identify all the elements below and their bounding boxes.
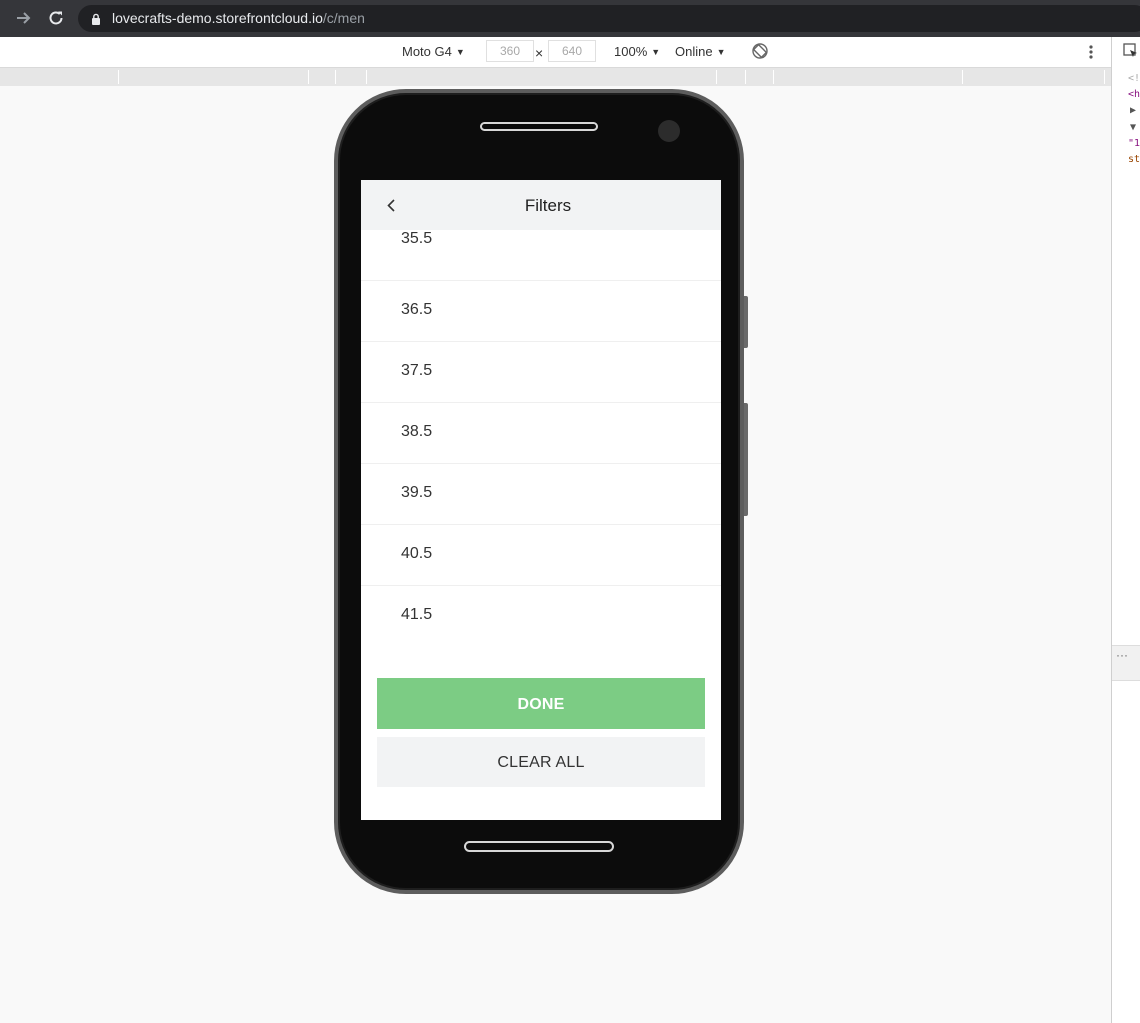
size-option[interactable]: 37.5 bbox=[361, 342, 721, 403]
url-text: lovecrafts-demo.storefrontcloud.io/c/men bbox=[112, 10, 365, 26]
size-label: 41.5 bbox=[401, 606, 433, 623]
width-input[interactable]: 360 bbox=[486, 40, 534, 62]
phone-screen: Filters 35.5 36.5 37.5 38.5 39.5 40.5 41… bbox=[361, 180, 721, 820]
inspect-element-icon[interactable] bbox=[1124, 7, 1138, 21]
devtools-expand-icon[interactable]: ▶ bbox=[1130, 105, 1136, 117]
size-label: 38.5 bbox=[401, 423, 433, 440]
address-bar[interactable]: lovecrafts-demo.storefrontcloud.io/c/men bbox=[78, 5, 1140, 32]
page-title: Filters bbox=[524, 196, 572, 215]
devtools-panel: <! <h ▶ ▼ "1 st ··· bbox=[1111, 37, 1140, 1023]
devtools-more-dots[interactable]: ··· bbox=[1112, 645, 1140, 681]
phone-speaker bbox=[480, 122, 598, 131]
device-select[interactable]: Moto G4 ▼ bbox=[402, 44, 465, 60]
lock-icon bbox=[90, 12, 102, 25]
size-label: 36.5 bbox=[401, 301, 433, 318]
devtools-line[interactable]: "1 bbox=[1128, 138, 1140, 150]
dimension-separator: × bbox=[535, 45, 544, 61]
size-label: 35.5 bbox=[401, 230, 433, 247]
kebab-menu-icon[interactable] bbox=[1086, 44, 1096, 60]
size-option[interactable]: 36.5 bbox=[361, 281, 721, 342]
height-input[interactable]: 640 bbox=[548, 40, 596, 62]
devtools-collapse-icon[interactable]: ▼ bbox=[1130, 122, 1136, 134]
clear-all-button[interactable]: CLEAR ALL bbox=[377, 737, 705, 787]
phone-camera bbox=[658, 120, 680, 142]
size-option[interactable]: 38.5 bbox=[361, 403, 721, 464]
size-label: 40.5 bbox=[401, 545, 433, 562]
done-button[interactable]: DONE bbox=[377, 678, 705, 729]
device-toolbar: Moto G4 ▼ 360 × 640 100% ▼ Online ▼ bbox=[0, 37, 1111, 68]
inspect-element-icon[interactable] bbox=[1123, 43, 1139, 64]
zoom-select[interactable]: 100% ▼ bbox=[614, 44, 660, 60]
size-option[interactable]: 35.5 bbox=[361, 220, 721, 281]
phone-home-bar bbox=[464, 841, 614, 852]
browser-top-bar: lovecrafts-demo.storefrontcloud.io/c/men bbox=[0, 0, 1140, 37]
reload-icon[interactable] bbox=[46, 8, 66, 28]
devtools-line[interactable]: <! bbox=[1128, 73, 1140, 85]
rotate-icon[interactable] bbox=[751, 42, 769, 64]
size-option[interactable]: 39.5 bbox=[361, 464, 721, 525]
size-label: 39.5 bbox=[401, 484, 433, 501]
devtools-line[interactable]: st bbox=[1128, 154, 1140, 166]
media-query-ruler[interactable] bbox=[0, 68, 1111, 86]
size-label: 37.5 bbox=[401, 362, 433, 379]
arrow-right-icon[interactable] bbox=[14, 8, 34, 28]
size-option[interactable]: 41.5 bbox=[361, 586, 721, 647]
devtools-line[interactable]: <h bbox=[1128, 89, 1140, 101]
network-select[interactable]: Online ▼ bbox=[675, 44, 726, 60]
size-option[interactable]: 40.5 bbox=[361, 525, 721, 586]
